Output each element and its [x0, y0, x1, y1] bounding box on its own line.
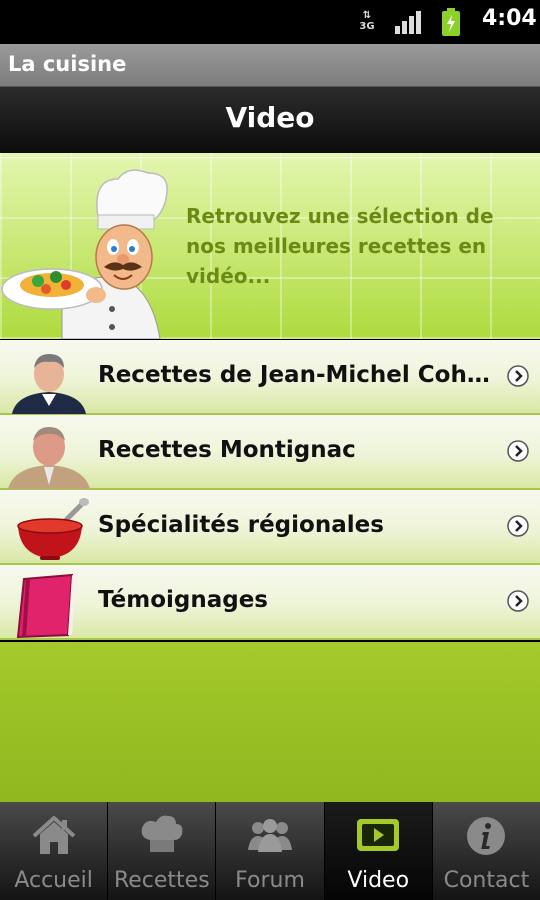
tab-accueil[interactable]: Accueil — [0, 802, 109, 900]
banner: Retrouvez une sélection de nos meilleure… — [0, 153, 540, 339]
chevron-right-icon — [507, 365, 529, 387]
app-title-bar: La cuisine — [0, 44, 540, 87]
tab-forum[interactable]: Forum — [216, 802, 325, 900]
bottom-tab-bar: Accueil Recettes Forum Video Contact — [0, 802, 540, 900]
data-arrows-icon: ⇅ 3G — [359, 10, 375, 32]
tab-label: Forum — [235, 868, 305, 893]
page-title: Video — [225, 101, 315, 134]
list-item[interactable]: Recettes Montignac — [0, 415, 540, 490]
video-icon — [357, 819, 400, 851]
app-title: La cuisine — [8, 52, 127, 76]
content-background — [0, 642, 540, 802]
people-icon — [248, 819, 292, 852]
home-icon — [32, 816, 75, 854]
info-icon — [467, 817, 506, 855]
list-item[interactable]: Témoignages — [0, 565, 540, 640]
chevron-right-icon — [507, 515, 529, 537]
person-portrait-icon — [12, 354, 86, 414]
book-icon — [16, 573, 76, 639]
status-bar: ⇅ 3G 4:04 — [0, 0, 540, 44]
chevron-right-icon — [507, 440, 529, 462]
battery-icon — [442, 8, 460, 36]
chef-icon — [1, 169, 168, 339]
clock: 4:04 — [482, 6, 537, 31]
chef-hat-icon — [141, 815, 183, 852]
video-category-list: Recettes de Jean-Michel Coh… Recettes Mo… — [0, 340, 540, 640]
list-item-label: Spécialités régionales — [98, 512, 384, 538]
tab-label: Video — [347, 868, 410, 893]
tab-label: Contact — [443, 868, 530, 893]
page-header: Video — [0, 87, 540, 153]
person-portrait-icon — [8, 427, 90, 489]
list-item-label: Recettes Montignac — [98, 437, 356, 463]
tab-video[interactable]: Video — [324, 802, 433, 900]
tab-recettes[interactable]: Recettes — [108, 802, 217, 900]
signal-icon — [395, 11, 421, 34]
chevron-right-icon — [507, 590, 529, 612]
list-item[interactable]: Recettes de Jean-Michel Coh… — [0, 340, 540, 415]
tab-label: Accueil — [14, 868, 93, 893]
soup-bowl-icon — [17, 498, 89, 560]
list-item[interactable]: Spécialités régionales — [0, 490, 540, 565]
list-item-label: Témoignages — [98, 587, 268, 613]
tab-contact[interactable]: Contact — [433, 802, 540, 900]
tab-label: Recettes — [113, 868, 210, 893]
banner-text: Retrouvez une sélection de nos meilleure… — [186, 204, 494, 288]
list-item-label: Recettes de Jean-Michel Coh… — [98, 362, 490, 388]
